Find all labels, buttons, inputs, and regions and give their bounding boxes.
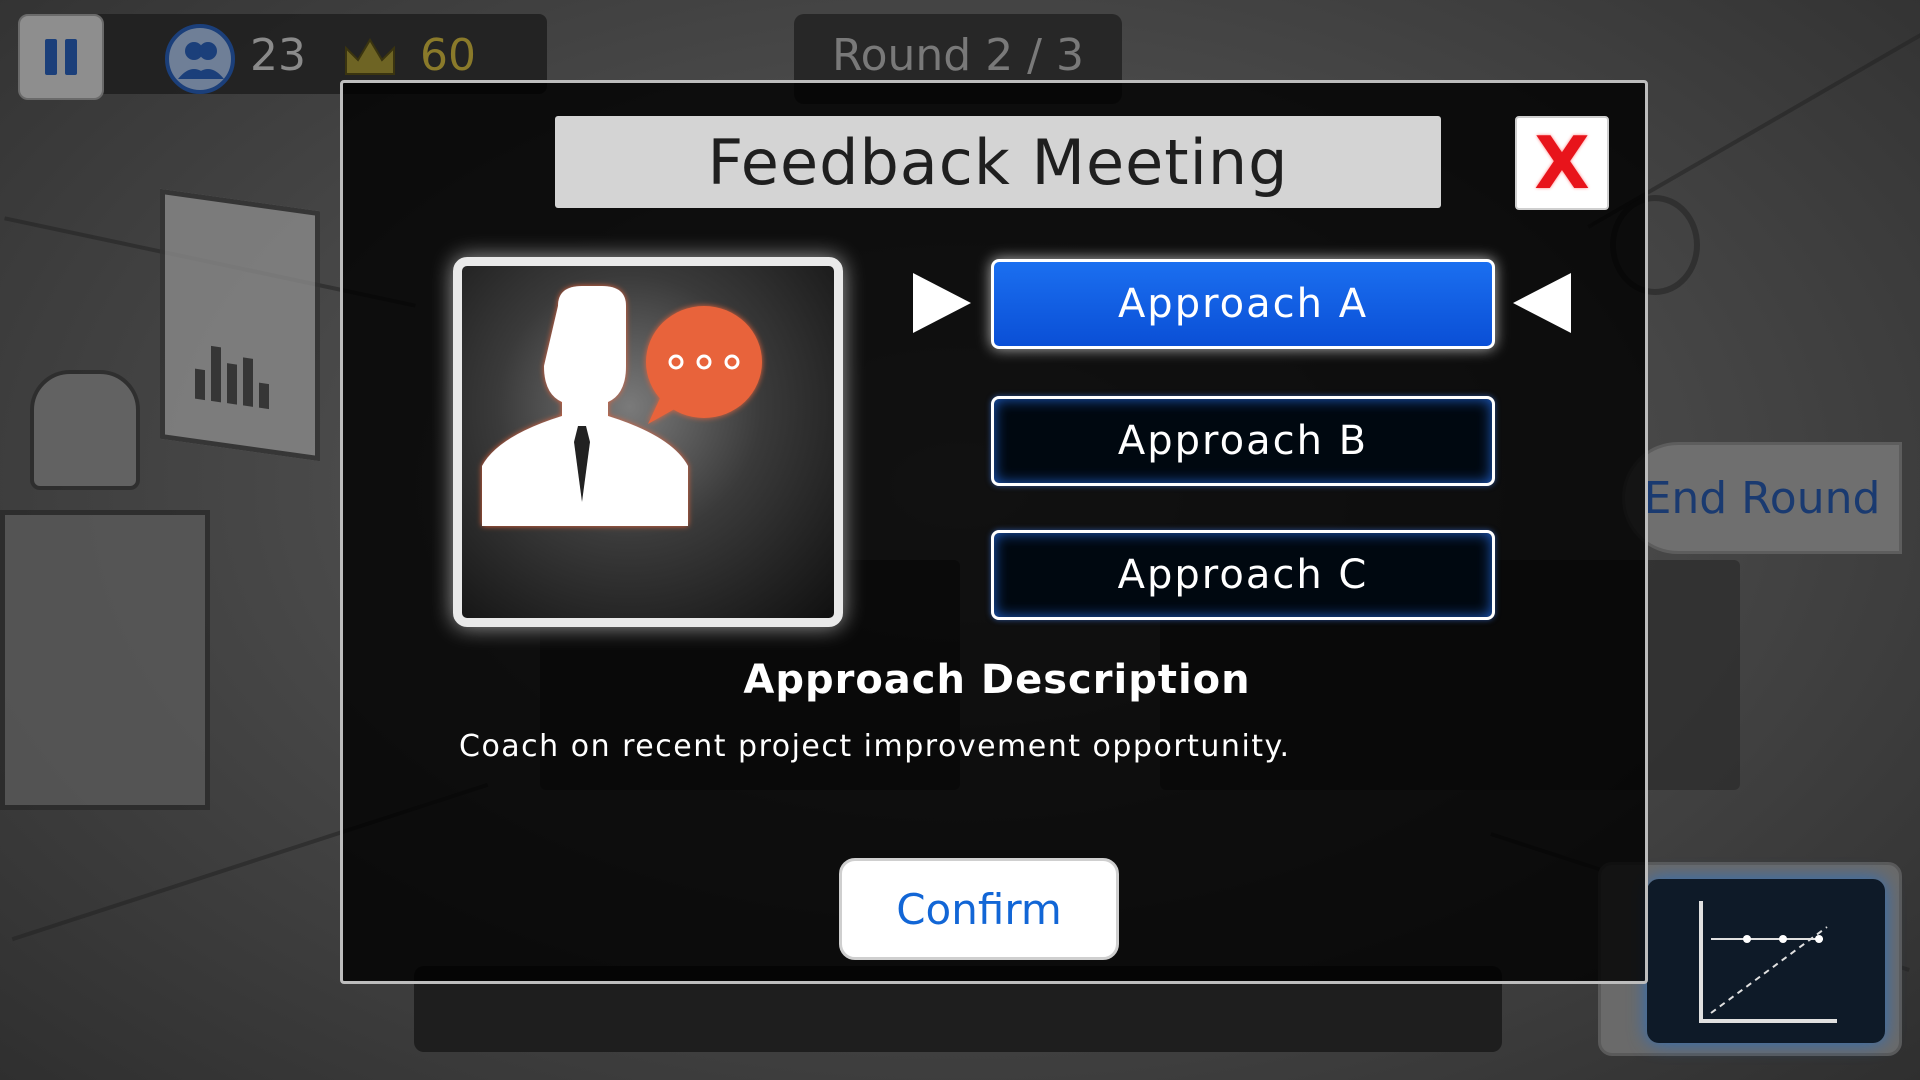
water-cooler-bottle [30, 370, 140, 490]
approach-description-title: Approach Description [743, 657, 1251, 703]
person-speech-icon [453, 257, 843, 627]
dialog-title: Feedback Meeting [555, 116, 1441, 208]
approach-b-button[interactable]: Approach B [991, 396, 1495, 486]
crown-icon [345, 38, 395, 75]
feedback-meeting-dialog: Feedback Meeting X Approach A Approach B… [340, 80, 1648, 984]
pause-icon [45, 39, 57, 75]
line-chart-icon[interactable] [1647, 879, 1885, 1043]
crown-score: 60 [420, 30, 476, 81]
team-count: 23 [250, 30, 306, 81]
selection-arrow-right-icon [913, 273, 971, 333]
water-cooler [0, 510, 210, 810]
approach-a-button[interactable]: Approach A [991, 259, 1495, 349]
approach-description-text: Coach on recent project improvement oppo… [459, 729, 1291, 764]
close-icon: X [1534, 121, 1590, 205]
end-round-button[interactable]: End Round [1622, 442, 1902, 554]
confirm-button[interactable]: Confirm [839, 858, 1119, 960]
close-button[interactable]: X [1515, 116, 1609, 210]
people-icon [165, 24, 235, 94]
whiteboard [160, 188, 320, 462]
approach-c-button[interactable]: Approach C [991, 530, 1495, 620]
selection-arrow-left-icon [1513, 273, 1571, 333]
pause-button[interactable] [18, 14, 104, 100]
